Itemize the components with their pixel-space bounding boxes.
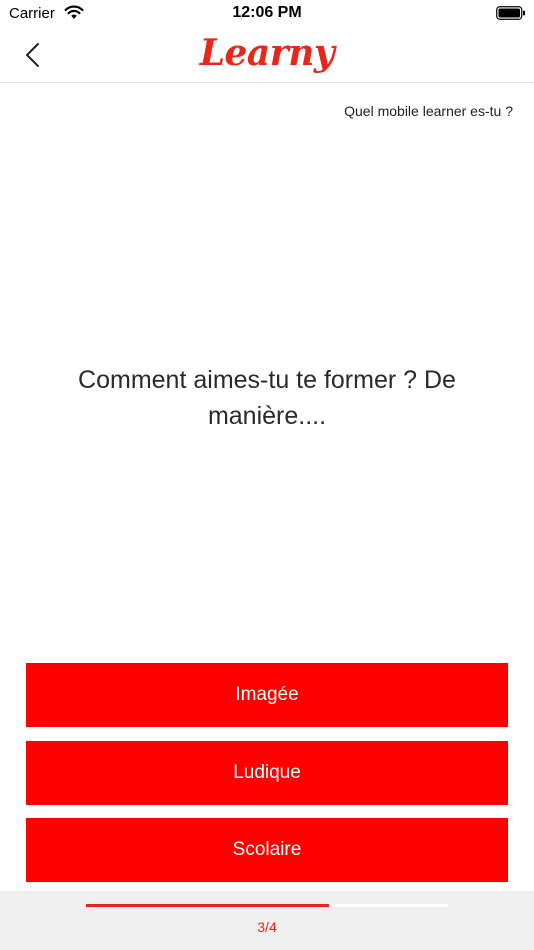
quiz-title: Quel mobile learner es-tu ? (344, 103, 513, 119)
navigation-bar: Learny (0, 28, 534, 83)
quiz-footer: 3/4 (0, 891, 534, 950)
status-time: 12:06 PM (232, 4, 302, 21)
back-button[interactable] (18, 38, 50, 72)
answer-button-ludique[interactable]: Ludique (26, 741, 508, 805)
step-counter: 3/4 (257, 919, 277, 935)
status-bar: Carrier 12:06 PM (0, 0, 534, 28)
question-text: Comment aimes-tu te former ? De manière.… (78, 366, 456, 430)
chevron-left-icon (26, 43, 39, 67)
battery-icon (496, 6, 525, 20)
progress-bar-fill (86, 904, 329, 907)
answer-button-imagee[interactable]: Imagée (26, 663, 508, 727)
progress-bar (86, 904, 448, 907)
answer-button-scolaire[interactable]: Scolaire (26, 818, 508, 882)
quiz-screen: Carrier 12:06 PM Learny Quel mobile lear… (0, 0, 534, 950)
brand-logo-text: Learny (199, 32, 335, 74)
brand-logo: Learny (0, 28, 534, 82)
